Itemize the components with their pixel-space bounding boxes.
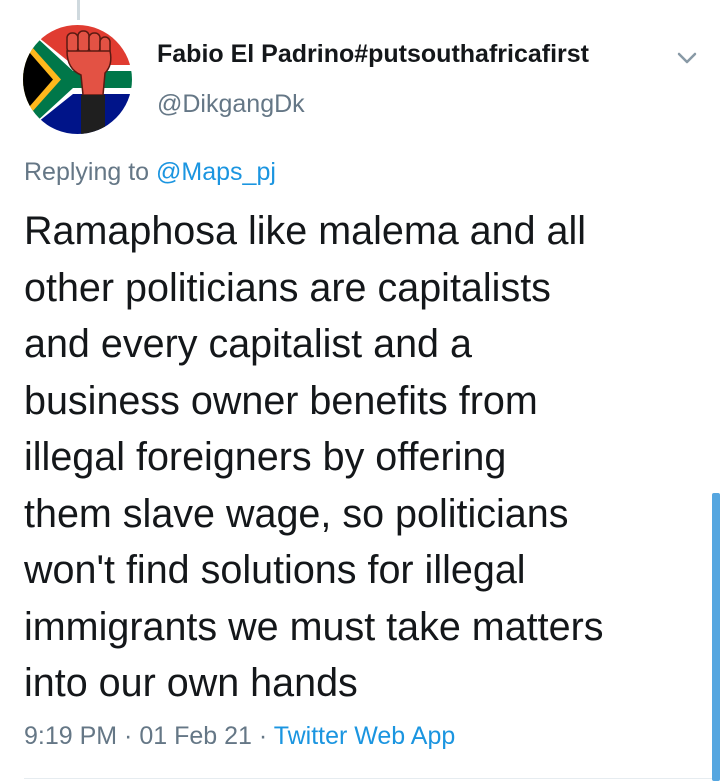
divider: [24, 778, 720, 779]
replying-to-label: Replying to: [24, 158, 150, 186]
thread-connector-line: [77, 0, 80, 20]
scrollbar[interactable]: [712, 493, 720, 781]
tweet-time[interactable]: 9:19 PM: [24, 722, 117, 750]
replying-to-line: Replying to @Maps_pj: [24, 158, 276, 187]
chevron-down-icon[interactable]: [673, 44, 701, 72]
tweet-text-line: won't find solutions for illegal: [24, 548, 526, 592]
meta-separator: ·: [251, 722, 274, 750]
tweet-text-line: illegal foreigners by offering: [24, 435, 507, 479]
tweet-date[interactable]: 01 Feb 21: [139, 722, 252, 750]
display-name[interactable]: Fabio El Padrino#putsouthafricafirst: [157, 40, 589, 69]
south-africa-flag-fist-avatar-icon: [23, 25, 132, 134]
mention-link[interactable]: @Maps_pj: [156, 158, 276, 186]
tweet-text-line: other politicians are capitalists: [24, 265, 551, 310]
tweet-text-line: business owner benefits from: [24, 378, 538, 423]
tweet-text-line: immigrants we must take matters: [24, 604, 604, 649]
avatar[interactable]: [23, 25, 132, 134]
tweet-metadata: 9:19 PM · 01 Feb 21 · Twitter Web App: [24, 722, 455, 751]
tweet-source-link[interactable]: Twitter Web App: [274, 722, 456, 750]
tweet-text-line: them slave wage, so politicians: [24, 491, 569, 536]
tweet-text-line: into our own hands: [24, 661, 358, 705]
meta-separator: ·: [117, 722, 140, 750]
user-handle[interactable]: @DikgangDk: [157, 90, 305, 119]
tweet-text: Ramaphosa like malema and all other poli…: [24, 203, 704, 712]
tweet-text-line: and every capitalist and a: [24, 322, 472, 366]
tweet-text-line: Ramaphosa like malema and all: [24, 209, 587, 253]
